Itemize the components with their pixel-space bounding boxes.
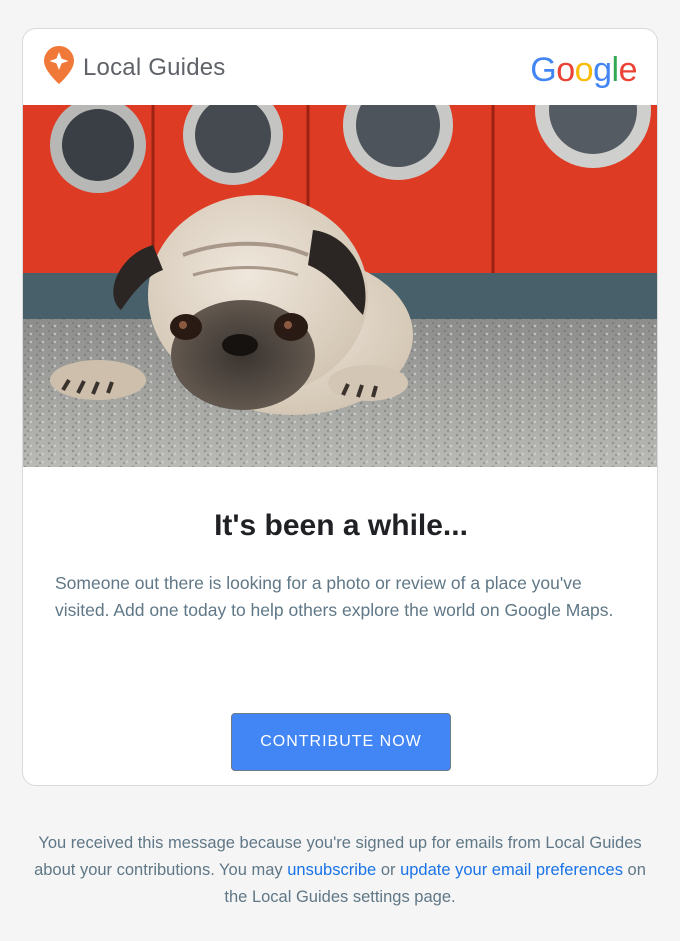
footer-notice: You received this message because you're… — [30, 830, 650, 911]
footer-text: or — [376, 861, 401, 879]
pug-laundromat-photo — [23, 52, 657, 467]
email-card: Local Guides Google It's been a while...… — [22, 28, 658, 786]
body-text: Someone out there is looking for a photo… — [55, 573, 614, 620]
headline: It's been a while... — [214, 509, 468, 542]
update-preferences-link[interactable]: update your email preferences — [400, 861, 623, 879]
google-logo: Google — [530, 51, 637, 89]
local-guides-pin-icon — [43, 45, 75, 90]
email-header: Local Guides Google — [23, 29, 657, 105]
hero-image — [23, 52, 657, 467]
contribute-now-button[interactable]: CONTRIBUTE NOW — [231, 713, 451, 771]
unsubscribe-link[interactable]: unsubscribe — [287, 861, 376, 879]
local-guides-logo: Local Guides — [43, 45, 226, 90]
brand-name: Local Guides — [83, 53, 226, 81]
